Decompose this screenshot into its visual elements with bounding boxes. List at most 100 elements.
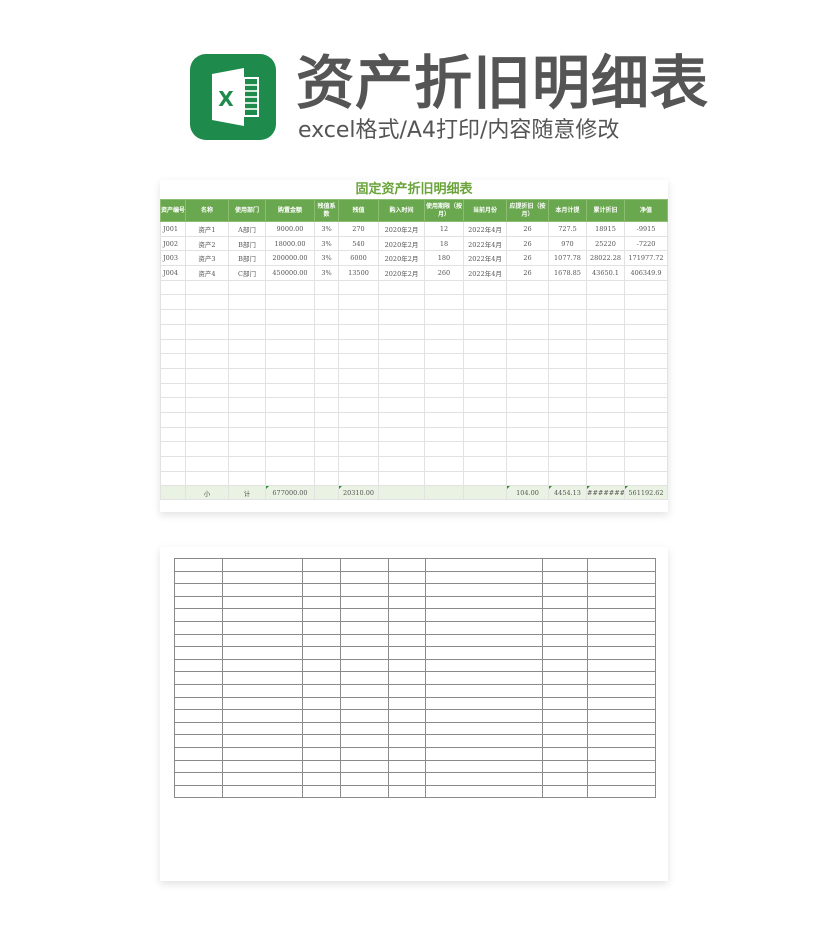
- table-cell[interactable]: [624, 294, 668, 311]
- table-cell[interactable]: [586, 382, 625, 399]
- table-cell[interactable]: [506, 411, 549, 428]
- grid-cell[interactable]: [388, 759, 426, 774]
- table-cell[interactable]: B部门: [228, 235, 266, 252]
- table-cell[interactable]: [424, 338, 464, 355]
- table-cell[interactable]: [586, 309, 625, 325]
- grid-cell[interactable]: [222, 671, 303, 685]
- grid-cell[interactable]: [340, 620, 389, 635]
- table-cell[interactable]: [314, 309, 339, 325]
- table-cell[interactable]: [506, 441, 549, 457]
- grid-cell[interactable]: [587, 558, 656, 572]
- table-cell[interactable]: [424, 456, 464, 472]
- grid-cell[interactable]: [340, 696, 389, 711]
- grid-cell[interactable]: [302, 658, 341, 673]
- table-cell[interactable]: [160, 485, 186, 501]
- table-cell[interactable]: [586, 426, 625, 443]
- grid-cell[interactable]: [302, 671, 341, 685]
- table-cell[interactable]: B部门: [228, 250, 266, 267]
- table-cell[interactable]: [338, 411, 379, 428]
- grid-cell[interactable]: [174, 696, 223, 711]
- table-cell[interactable]: [378, 397, 425, 413]
- table-cell[interactable]: [424, 411, 464, 428]
- grid-cell[interactable]: [587, 646, 656, 660]
- table-cell[interactable]: A部门: [228, 221, 266, 237]
- table-cell[interactable]: [463, 353, 507, 369]
- table-cell[interactable]: [228, 456, 266, 472]
- table-cell[interactable]: [624, 470, 668, 487]
- table-cell[interactable]: [378, 338, 425, 355]
- table-cell[interactable]: [624, 367, 668, 384]
- table-cell[interactable]: [338, 309, 379, 325]
- grid-cell[interactable]: [587, 633, 656, 648]
- table-cell[interactable]: 3%: [314, 221, 339, 237]
- grid-cell[interactable]: [174, 746, 223, 761]
- grid-cell[interactable]: [222, 784, 303, 799]
- table-cell[interactable]: [378, 411, 425, 428]
- grid-cell[interactable]: [340, 721, 389, 736]
- table-cell[interactable]: [548, 441, 587, 457]
- grid-cell[interactable]: [425, 646, 543, 660]
- table-cell[interactable]: [586, 353, 625, 369]
- grid-cell[interactable]: [587, 608, 656, 622]
- table-cell[interactable]: [624, 382, 668, 399]
- grid-cell[interactable]: [340, 570, 389, 585]
- table-cell[interactable]: [506, 338, 549, 355]
- total-net-value[interactable]: 561192.62: [624, 485, 668, 501]
- table-cell[interactable]: [378, 382, 425, 399]
- grid-cell[interactable]: [542, 646, 588, 660]
- table-cell[interactable]: [160, 426, 186, 443]
- table-cell[interactable]: [548, 338, 587, 355]
- table-cell[interactable]: [228, 323, 266, 340]
- table-cell[interactable]: [185, 279, 229, 296]
- table-cell[interactable]: [185, 294, 229, 311]
- table-cell[interactable]: [228, 309, 266, 325]
- grid-cell[interactable]: [174, 633, 223, 648]
- grid-cell[interactable]: [388, 658, 426, 673]
- grid-cell[interactable]: [388, 608, 426, 622]
- table-cell[interactable]: [160, 338, 186, 355]
- grid-cell[interactable]: [587, 721, 656, 736]
- table-cell[interactable]: [338, 367, 379, 384]
- table-cell[interactable]: [265, 323, 315, 340]
- grid-cell[interactable]: [388, 772, 426, 786]
- grid-cell[interactable]: [340, 646, 389, 660]
- grid-cell[interactable]: [222, 558, 303, 572]
- grid-cell[interactable]: [388, 696, 426, 711]
- grid-cell[interactable]: [587, 734, 656, 748]
- table-cell[interactable]: [506, 294, 549, 311]
- grid-cell[interactable]: [542, 759, 588, 774]
- table-cell[interactable]: [624, 441, 668, 457]
- grid-cell[interactable]: [425, 633, 543, 648]
- table-cell[interactable]: [586, 397, 625, 413]
- table-cell[interactable]: 270: [338, 221, 379, 237]
- table-cell[interactable]: 18915: [586, 221, 625, 237]
- table-cell[interactable]: [424, 309, 464, 325]
- table-cell[interactable]: [586, 441, 625, 457]
- grid-cell[interactable]: [222, 658, 303, 673]
- table-cell[interactable]: [463, 309, 507, 325]
- grid-cell[interactable]: [340, 583, 389, 597]
- total-label-b[interactable]: 计: [228, 485, 266, 501]
- table-cell[interactable]: [424, 367, 464, 384]
- grid-cell[interactable]: [542, 608, 588, 622]
- table-cell[interactable]: [185, 338, 229, 355]
- grid-cell[interactable]: [174, 772, 223, 786]
- grid-cell[interactable]: [542, 633, 588, 648]
- grid-cell[interactable]: [425, 620, 543, 635]
- grid-cell[interactable]: [302, 595, 341, 610]
- table-cell[interactable]: [185, 353, 229, 369]
- total-depreciation-months[interactable]: 104.00: [506, 485, 549, 501]
- grid-cell[interactable]: [174, 658, 223, 673]
- grid-cell[interactable]: [542, 772, 588, 786]
- table-cell[interactable]: [228, 367, 266, 384]
- table-cell[interactable]: [424, 279, 464, 296]
- table-cell[interactable]: [548, 382, 587, 399]
- grid-cell[interactable]: [425, 734, 543, 748]
- grid-cell[interactable]: [340, 671, 389, 685]
- table-cell[interactable]: [463, 485, 507, 501]
- table-cell[interactable]: [228, 411, 266, 428]
- table-cell[interactable]: [265, 382, 315, 399]
- table-cell[interactable]: 1077.78: [548, 250, 587, 267]
- table-cell[interactable]: 13500: [338, 265, 379, 281]
- table-cell[interactable]: [185, 323, 229, 340]
